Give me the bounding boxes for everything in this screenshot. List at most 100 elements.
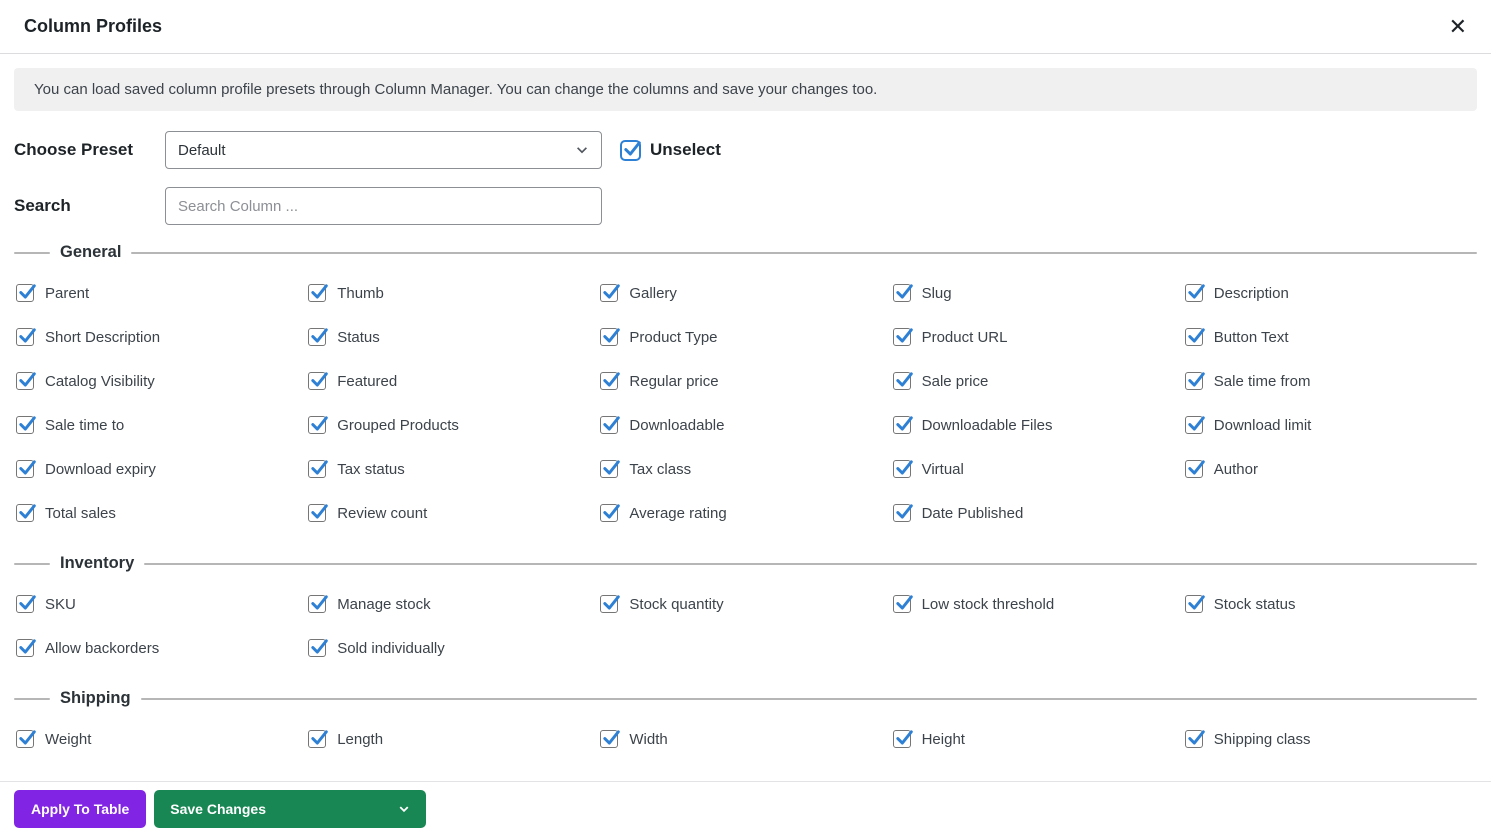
checkbox-label: Download limit (1213, 416, 1312, 434)
checkbox[interactable] (600, 416, 621, 434)
column-checkbox-tax-status[interactable]: Tax status (308, 460, 600, 478)
column-checkbox-description[interactable]: Description (1184, 284, 1477, 302)
checkbox[interactable] (308, 595, 328, 613)
checkbox[interactable] (16, 460, 36, 478)
column-checkbox-low-stock-threshold[interactable]: Low stock threshold (892, 595, 1185, 613)
checkbox[interactable] (1184, 595, 1205, 613)
column-checkbox-sold-individually[interactable]: Sold individually (308, 639, 600, 657)
checkbox[interactable] (600, 595, 621, 613)
checkbox[interactable] (600, 504, 621, 522)
checkbox[interactable] (308, 460, 328, 478)
checkbox[interactable] (1184, 460, 1205, 478)
column-checkbox-author[interactable]: Author (1184, 460, 1477, 478)
checkbox[interactable] (308, 284, 328, 302)
checkbox[interactable] (600, 460, 621, 478)
checkbox[interactable] (16, 328, 36, 346)
checkbox[interactable] (892, 504, 913, 522)
checkbox[interactable] (308, 372, 328, 390)
close-icon[interactable]: ✕ (1445, 12, 1471, 42)
column-checkbox-button-text[interactable]: Button Text (1184, 328, 1477, 346)
checkbox[interactable] (1184, 284, 1205, 302)
checkbox[interactable] (16, 284, 36, 302)
check-icon (1188, 284, 1205, 299)
column-checkbox-product-type[interactable]: Product Type (600, 328, 892, 346)
column-checkbox-sale-price[interactable]: Sale price (892, 372, 1185, 390)
checkbox[interactable] (16, 416, 36, 434)
column-checkbox-height[interactable]: Height (892, 730, 1185, 748)
search-row: Search (14, 187, 1477, 225)
column-checkbox-sale-time-from[interactable]: Sale time from (1184, 372, 1477, 390)
column-checkbox-date-published[interactable]: Date Published (892, 504, 1185, 522)
check-icon (19, 730, 36, 745)
apply-to-table-button[interactable]: Apply To Table (14, 790, 147, 828)
checkbox-label: Downloadable Files (921, 416, 1053, 434)
column-checkbox-width[interactable]: Width (600, 730, 892, 748)
column-checkbox-downloadable[interactable]: Downloadable (600, 416, 892, 434)
column-checkbox-allow-backorders[interactable]: Allow backorders (16, 639, 308, 657)
column-checkbox-average-rating[interactable]: Average rating (600, 504, 892, 522)
column-checkbox-grouped-products[interactable]: Grouped Products (308, 416, 600, 434)
column-checkbox-short-description[interactable]: Short Description (16, 328, 308, 346)
column-checkbox-status[interactable]: Status (308, 328, 600, 346)
preset-selected-value: Default (178, 141, 226, 159)
checkbox-label: Sale time from (1213, 372, 1311, 390)
column-checkbox-stock-status[interactable]: Stock status (1184, 595, 1477, 613)
column-checkbox-weight[interactable]: Weight (16, 730, 308, 748)
checkbox[interactable] (16, 595, 36, 613)
column-checkbox-parent[interactable]: Parent (16, 284, 308, 302)
column-checkbox-featured[interactable]: Featured (308, 372, 600, 390)
column-checkbox-download-limit[interactable]: Download limit (1184, 416, 1477, 434)
checkbox[interactable] (600, 372, 621, 390)
checkbox[interactable] (16, 730, 36, 748)
chevron-down-icon (399, 806, 409, 813)
column-checkbox-gallery[interactable]: Gallery (600, 284, 892, 302)
checkbox[interactable] (16, 639, 36, 657)
column-checkbox-total-sales[interactable]: Total sales (16, 504, 308, 522)
checkbox[interactable] (16, 372, 36, 390)
checkbox[interactable] (308, 730, 328, 748)
column-checkbox-download-expiry[interactable]: Download expiry (16, 460, 308, 478)
checkbox[interactable] (308, 639, 328, 657)
column-checkbox-virtual[interactable]: Virtual (892, 460, 1185, 478)
checkbox[interactable] (1184, 372, 1205, 390)
checkbox[interactable] (16, 504, 36, 522)
column-checkbox-stock-quantity[interactable]: Stock quantity (600, 595, 892, 613)
column-checkbox-regular-price[interactable]: Regular price (600, 372, 892, 390)
check-icon (19, 416, 36, 431)
column-checkbox-tax-class[interactable]: Tax class (600, 460, 892, 478)
unselect-checkbox[interactable] (620, 139, 641, 161)
checkbox[interactable] (1184, 328, 1205, 346)
column-checkbox-review-count[interactable]: Review count (308, 504, 600, 522)
column-checkbox-catalog-visibility[interactable]: Catalog Visibility (16, 372, 308, 390)
checkbox[interactable] (1184, 730, 1205, 748)
check-icon (19, 595, 36, 610)
checkbox[interactable] (600, 730, 621, 748)
checkbox[interactable] (892, 730, 913, 748)
search-input[interactable] (165, 187, 602, 225)
checkbox[interactable] (892, 284, 913, 302)
column-checkbox-shipping-class[interactable]: Shipping class (1184, 730, 1477, 748)
checkbox[interactable] (892, 595, 913, 613)
checkbox[interactable] (892, 372, 913, 390)
check-icon (311, 328, 328, 343)
checkbox[interactable] (600, 328, 621, 346)
column-checkbox-thumb[interactable]: Thumb (308, 284, 600, 302)
checkbox[interactable] (892, 460, 913, 478)
column-checkbox-slug[interactable]: Slug (892, 284, 1185, 302)
checkbox[interactable] (1184, 416, 1205, 434)
preset-select[interactable]: Default (165, 131, 602, 169)
checkbox[interactable] (600, 284, 621, 302)
checkbox[interactable] (308, 416, 328, 434)
column-checkbox-length[interactable]: Length (308, 730, 600, 748)
column-checkbox-sku[interactable]: SKU (16, 595, 308, 613)
column-checkbox-product-url[interactable]: Product URL (892, 328, 1185, 346)
column-checkbox-manage-stock[interactable]: Manage stock (308, 595, 600, 613)
checkbox[interactable] (308, 504, 328, 522)
column-checkbox-downloadable-files[interactable]: Downloadable Files (892, 416, 1185, 434)
unselect-checkbox-wrap[interactable]: Unselect (620, 139, 721, 161)
checkbox[interactable] (892, 328, 913, 346)
checkbox[interactable] (892, 416, 913, 434)
save-changes-button[interactable]: Save Changes (154, 790, 427, 828)
checkbox[interactable] (308, 328, 328, 346)
column-checkbox-sale-time-to[interactable]: Sale time to (16, 416, 308, 434)
